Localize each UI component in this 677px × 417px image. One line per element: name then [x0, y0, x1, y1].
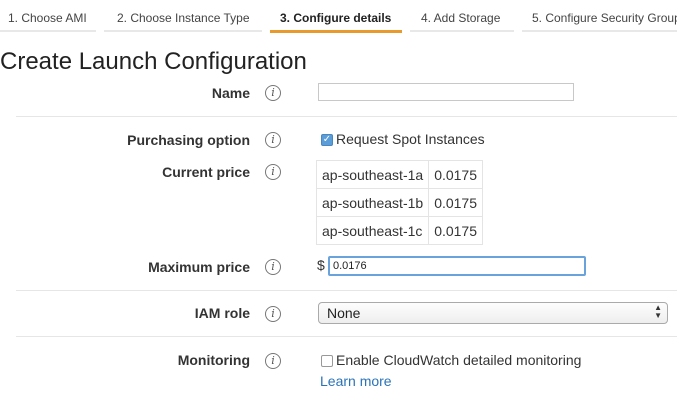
step-underline-active — [270, 30, 402, 33]
step-choose-instance-type[interactable]: 2. Choose Instance Type — [117, 11, 250, 25]
wizard-steps: 1. Choose AMI 2. Choose Instance Type 3.… — [0, 0, 677, 36]
divider — [16, 290, 677, 291]
cloudwatch-monitoring-label[interactable]: Enable CloudWatch detailed monitoring — [336, 352, 581, 368]
info-icon[interactable]: i — [265, 259, 281, 275]
info-icon[interactable]: i — [265, 306, 281, 322]
currency-symbol: $ — [317, 257, 325, 273]
info-icon[interactable]: i — [265, 353, 281, 369]
divider — [16, 336, 677, 337]
learn-more-link[interactable]: Learn more — [320, 373, 392, 389]
info-icon[interactable]: i — [265, 85, 281, 101]
current-price-table: ap-southeast-1a 0.0175 ap-southeast-1b 0… — [315, 160, 484, 245]
step-underline — [104, 30, 262, 32]
page-title: Create Launch Configuration — [0, 48, 307, 75]
maximum-price-input[interactable] — [328, 256, 586, 276]
name-input[interactable] — [318, 83, 574, 101]
step-underline — [522, 30, 677, 32]
info-icon[interactable]: i — [265, 164, 281, 180]
name-label: Name — [211, 85, 250, 101]
step-configure-security-group[interactable]: 5. Configure Security Group — [532, 11, 677, 25]
monitoring-label: Monitoring — [177, 352, 250, 368]
request-spot-instances-checkbox[interactable]: ✓ — [321, 134, 333, 146]
table-row: ap-southeast-1c 0.0175 — [315, 216, 484, 245]
price-cell: 0.0175 — [428, 160, 484, 189]
current-price-label: Current price — [162, 164, 250, 180]
info-icon[interactable]: i — [265, 132, 281, 148]
iam-role-label: IAM role — [194, 305, 250, 321]
zone-cell: ap-southeast-1c — [315, 216, 430, 245]
step-choose-ami[interactable]: 1. Choose AMI — [8, 11, 87, 25]
iam-role-select[interactable]: None ▲ ▼ — [318, 302, 668, 324]
step-underline — [410, 30, 514, 32]
table-row: ap-southeast-1b 0.0175 — [315, 188, 484, 217]
iam-role-selected-value: None — [327, 305, 361, 321]
price-cell: 0.0175 — [428, 216, 484, 245]
purchasing-option-label: Purchasing option — [127, 132, 250, 148]
cloudwatch-monitoring-checkbox[interactable] — [321, 355, 333, 367]
step-configure-details[interactable]: 3. Configure details — [280, 11, 391, 25]
step-underline — [0, 30, 96, 32]
zone-cell: ap-southeast-1a — [315, 160, 430, 189]
step-add-storage[interactable]: 4. Add Storage — [421, 11, 500, 25]
table-row: ap-southeast-1a 0.0175 — [315, 160, 484, 189]
request-spot-instances-label[interactable]: Request Spot Instances — [336, 131, 485, 147]
select-arrows-icon: ▲ ▼ — [654, 303, 662, 320]
zone-cell: ap-southeast-1b — [315, 188, 430, 217]
maximum-price-label: Maximum price — [148, 259, 250, 275]
price-cell: 0.0175 — [428, 188, 484, 217]
divider — [16, 116, 677, 117]
